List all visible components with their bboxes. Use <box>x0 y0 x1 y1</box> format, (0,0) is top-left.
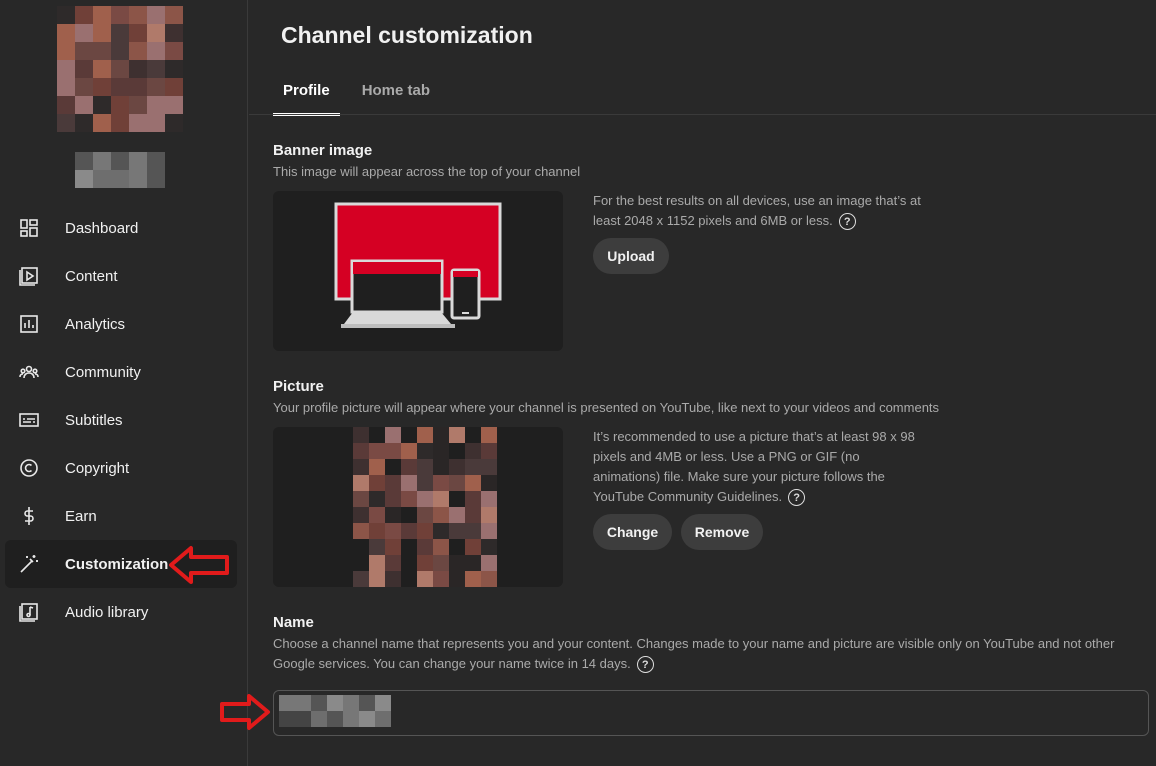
sidebar-item-label: Customization <box>65 555 169 573</box>
sidebar-item-copyright[interactable]: Copyright <box>5 444 237 492</box>
sidebar-item-earn[interactable]: Earn <box>5 492 237 540</box>
sidebar-item-label: Content <box>65 267 118 285</box>
sidebar-nav: Dashboard Content Analytics Community Su… <box>5 204 237 636</box>
picture-section-description: Your profile picture will appear where y… <box>273 400 940 415</box>
sidebar-item-label: Community <box>65 363 141 381</box>
subtitles-icon <box>19 410 39 430</box>
banner-section-title: Banner image <box>273 142 373 159</box>
sidebar-item-label: Copyright <box>65 459 130 477</box>
sidebar-item-analytics[interactable]: Analytics <box>5 300 237 348</box>
sidebar-item-subtitles[interactable]: Subtitles <box>5 396 237 444</box>
picture-preview <box>273 427 563 587</box>
upload-button[interactable]: Upload <box>593 238 669 274</box>
banner-section-description: This image will appear across the top of… <box>273 164 581 179</box>
page-title: Channel customization <box>281 22 533 48</box>
analytics-icon <box>19 314 39 334</box>
channel-name-redacted <box>75 152 165 188</box>
name-section-title: Name <box>273 614 314 631</box>
sidebar-item-label: Audio library <box>65 603 149 621</box>
sidebar-item-community[interactable]: Community <box>5 348 237 396</box>
change-button[interactable]: Change <box>593 514 672 550</box>
sidebar-item-label: Subtitles <box>65 411 123 429</box>
channel-name-input[interactable] <box>273 690 1149 736</box>
tab-profile[interactable]: Profile <box>273 72 340 116</box>
profile-picture-image <box>353 427 497 587</box>
dashboard-icon <box>19 218 39 238</box>
help-icon[interactable]: ? <box>788 489 806 507</box>
sidebar-item-label: Analytics <box>65 315 126 333</box>
sidebar-item-label: Dashboard <box>65 219 139 237</box>
copyright-icon <box>19 458 39 478</box>
picture-info: It’s recommended to use a picture that’s… <box>593 429 915 504</box>
picture-section-title: Picture <box>273 378 324 395</box>
sidebar-item-label: Earn <box>65 507 97 525</box>
main-content: Channel customization Profile Home tab B… <box>220 0 1156 766</box>
help-icon[interactable]: ? <box>636 656 654 674</box>
tab-bar: Profile Home tab <box>273 72 452 116</box>
tabs-divider <box>249 114 1156 115</box>
remove-button[interactable]: Remove <box>681 514 763 550</box>
avatar[interactable] <box>57 6 183 134</box>
magic-wand-icon <box>19 554 39 574</box>
sidebar-item-content[interactable]: Content <box>5 252 237 300</box>
help-icon[interactable]: ? <box>838 213 856 231</box>
tab-home[interactable]: Home tab <box>352 72 440 116</box>
banner-preview <box>273 191 563 351</box>
avatar-image <box>57 6 183 132</box>
sidebar-item-dashboard[interactable]: Dashboard <box>5 204 237 252</box>
banner-info-text: For the best results on all devices, use… <box>593 191 933 231</box>
name-section-description: Choose a channel name that represents yo… <box>273 636 1115 671</box>
devices-illustration <box>334 202 502 328</box>
annotation-arrow-right <box>220 694 270 730</box>
channel-name-value-redacted <box>279 695 391 727</box>
audio-library-icon <box>19 602 39 622</box>
annotation-arrow-left <box>169 546 229 584</box>
name-section-description-wrap: Choose a channel name that represents yo… <box>273 634 1123 674</box>
sidebar-item-customization[interactable]: Customization <box>5 540 237 588</box>
banner-info: For the best results on all devices, use… <box>593 193 921 228</box>
sidebar: Dashboard Content Analytics Community Su… <box>0 0 248 766</box>
content-icon <box>19 266 39 286</box>
dollar-icon <box>19 506 39 526</box>
community-icon <box>19 362 39 382</box>
picture-info-text: It’s recommended to use a picture that’s… <box>593 427 923 507</box>
sidebar-item-audio-library[interactable]: Audio library <box>5 588 237 636</box>
